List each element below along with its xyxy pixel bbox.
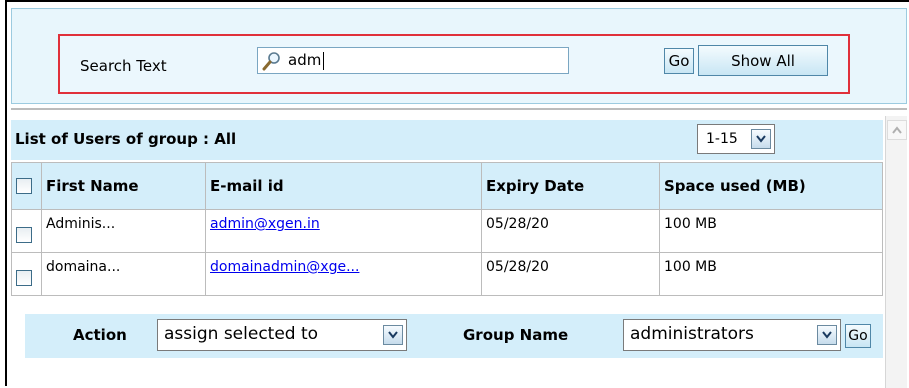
group-go-button[interactable]: Go [845,324,871,348]
action-select[interactable]: assign selected to [157,319,407,351]
text-caret [323,52,324,70]
group-name-select-value: administrators [630,324,754,344]
app-frame: Search Text adm Go Show All List of User… [5,0,909,388]
email-cell: admin@xgen.in [205,209,482,253]
first-name-cell: Adminis... [41,209,206,253]
row-select-cell [11,252,42,296]
action-bar: Action assign selected to Group Name adm… [25,314,883,358]
search-input[interactable]: adm [257,47,569,74]
table-row: Adminis... admin@xgen.in 05/28/20 100 MB [11,209,883,253]
group-name-select[interactable]: administrators [623,319,841,351]
column-header-space-used[interactable]: Space used (MB) [659,162,883,210]
show-all-button[interactable]: Show All [698,45,828,76]
select-all-checkbox[interactable] [16,178,32,195]
page-range-value: 1-15 [706,131,738,147]
column-header-expiry-date[interactable]: Expiry Date [481,162,660,210]
action-select-value: assign selected to [164,324,319,344]
column-header-first-name[interactable]: First Name [41,162,206,210]
search-text-label: Search Text [80,57,167,75]
table-row: domaina... domainadmin@xge... 05/28/20 1… [11,252,883,296]
first-name-cell: domaina... [41,252,206,296]
select-all-cell [11,162,42,210]
chevron-down-icon[interactable] [383,325,403,345]
vertical-scrollbar[interactable] [885,116,907,388]
space-used-cell: 100 MB [659,209,883,253]
row-checkbox[interactable] [16,270,32,286]
email-link[interactable]: admin@xgen.in [210,216,320,232]
user-list-panel: List of Users of group : All 1-15 First … [11,116,883,386]
chevron-down-icon[interactable] [751,129,771,149]
group-name-label: Group Name [463,326,569,344]
users-table: First Name E-mail id Expiry Date Space u… [11,162,883,296]
panel-divider [11,108,907,110]
column-header-email[interactable]: E-mail id [205,162,482,210]
chevron-down-icon[interactable] [817,325,837,345]
search-panel: Search Text adm Go Show All [11,8,907,104]
page-range-select[interactable]: 1-15 [697,124,775,154]
email-cell: domainadmin@xge... [205,252,482,296]
search-box: Search Text adm Go Show All [58,34,850,94]
row-checkbox[interactable] [16,227,32,243]
list-header: List of Users of group : All 1-15 [11,120,883,160]
list-title: List of Users of group : All [15,130,237,148]
expiry-date-cell: 05/28/20 [481,252,660,296]
expiry-date-cell: 05/28/20 [481,209,660,253]
magnifier-icon [262,52,280,71]
row-select-cell [11,209,42,253]
go-button[interactable]: Go [664,48,694,74]
email-link[interactable]: domainadmin@xge... [210,259,359,275]
space-used-cell: 100 MB [659,252,883,296]
table-header-row: First Name E-mail id Expiry Date Space u… [11,162,883,210]
search-input-value: adm [288,51,322,69]
scroll-up-icon[interactable] [887,120,907,140]
action-label: Action [73,326,127,344]
